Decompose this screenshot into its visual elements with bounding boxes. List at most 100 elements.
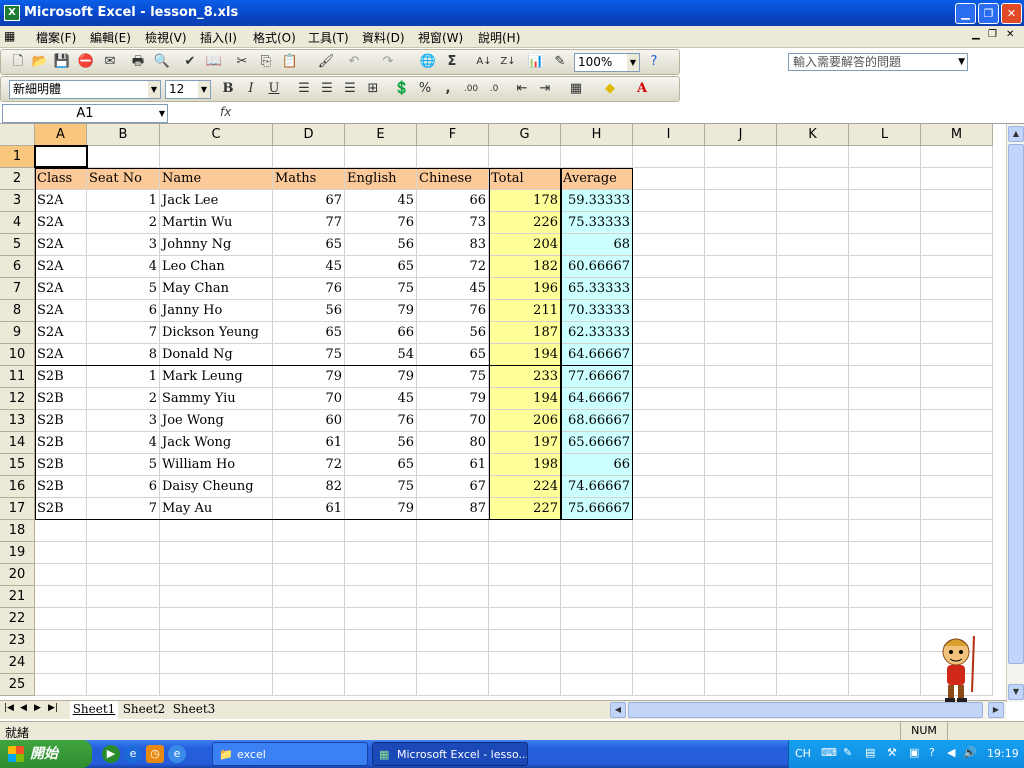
header-cell[interactable]: Seat No: [87, 168, 160, 190]
grid-cell[interactable]: [777, 542, 849, 564]
grid-cell[interactable]: [417, 520, 489, 542]
data-cell[interactable]: 70: [273, 388, 345, 410]
row-header[interactable]: 16: [0, 476, 35, 498]
data-cell[interactable]: 72: [417, 256, 489, 278]
grid-cell[interactable]: [489, 630, 561, 652]
grid-cell[interactable]: [849, 212, 921, 234]
row-header[interactable]: 24: [0, 652, 35, 674]
grid-cell[interactable]: [849, 454, 921, 476]
grid-cell[interactable]: [849, 146, 921, 168]
grid-cell[interactable]: [417, 542, 489, 564]
data-cell[interactable]: 45: [273, 256, 345, 278]
grid-cell[interactable]: [849, 652, 921, 674]
grid-cell[interactable]: [417, 674, 489, 696]
email-icon[interactable]: ✉: [101, 53, 119, 71]
new-icon[interactable]: 🗋: [9, 53, 27, 71]
menu-help[interactable]: 說明(H): [478, 29, 520, 46]
data-cell[interactable]: 56: [345, 234, 417, 256]
grid-cell[interactable]: [561, 586, 633, 608]
open-icon[interactable]: 📂: [31, 53, 49, 71]
row-header[interactable]: 10: [0, 344, 35, 366]
grid-cell[interactable]: [345, 586, 417, 608]
language-indicator[interactable]: CH: [795, 747, 811, 760]
percent-icon[interactable]: %: [416, 80, 434, 98]
grid-cell[interactable]: [633, 322, 705, 344]
data-cell[interactable]: 8: [87, 344, 160, 366]
grid-cell[interactable]: [777, 674, 849, 696]
data-cell[interactable]: 1: [87, 190, 160, 212]
data-cell[interactable]: 66: [417, 190, 489, 212]
print-icon[interactable]: 🖶: [129, 53, 147, 71]
grid-cell[interactable]: [561, 564, 633, 586]
row-header[interactable]: 3: [0, 190, 35, 212]
grid-cell[interactable]: [921, 410, 993, 432]
data-cell[interactable]: 206: [489, 410, 561, 432]
grid-cell[interactable]: [705, 322, 777, 344]
data-cell[interactable]: 3: [87, 410, 160, 432]
grid-cell[interactable]: [345, 564, 417, 586]
data-cell[interactable]: 45: [417, 278, 489, 300]
data-cell[interactable]: 56: [417, 322, 489, 344]
grid-cell[interactable]: [633, 146, 705, 168]
grid-cell[interactable]: [705, 476, 777, 498]
grid-cell[interactable]: [705, 344, 777, 366]
ie-alt-icon[interactable]: e: [168, 745, 186, 763]
grid-cell[interactable]: [345, 542, 417, 564]
tab-sheet2[interactable]: Sheet2: [120, 701, 168, 719]
grid-cell[interactable]: [921, 542, 993, 564]
grid-cell[interactable]: [777, 168, 849, 190]
data-cell[interactable]: Johnny Ng: [160, 234, 273, 256]
data-cell[interactable]: Daisy Cheung: [160, 476, 273, 498]
data-cell[interactable]: 75: [345, 476, 417, 498]
grid-cell[interactable]: [35, 674, 87, 696]
grid-cell[interactable]: [87, 146, 160, 168]
header-cell[interactable]: Average: [561, 168, 633, 190]
grid-cell[interactable]: [849, 322, 921, 344]
grid-cell[interactable]: [921, 608, 993, 630]
print-preview-icon[interactable]: 🔍: [153, 53, 171, 71]
column-header[interactable]: A: [35, 124, 87, 146]
data-cell[interactable]: Leo Chan: [160, 256, 273, 278]
data-cell[interactable]: 224: [489, 476, 561, 498]
grid-cell[interactable]: [561, 608, 633, 630]
data-cell[interactable]: 6: [87, 476, 160, 498]
prev-sheet-icon[interactable]: ◀: [20, 703, 27, 713]
tab-sheet1[interactable]: Sheet1: [70, 701, 118, 719]
grid-cell[interactable]: [633, 234, 705, 256]
data-cell[interactable]: 75.33333: [561, 212, 633, 234]
task-excel-folder[interactable]: 📁 excel: [212, 742, 368, 766]
font-size-select[interactable]: 12 ▼: [165, 80, 211, 99]
grid-cell[interactable]: [777, 234, 849, 256]
data-cell[interactable]: 77: [273, 212, 345, 234]
grid-cell[interactable]: [561, 630, 633, 652]
grid-cell[interactable]: [417, 630, 489, 652]
horizontal-scrollbar[interactable]: ◀ ▶: [610, 702, 1006, 718]
grid-cell[interactable]: [777, 388, 849, 410]
spelling-icon[interactable]: ✔: [181, 53, 199, 71]
data-cell[interactable]: 64.66667: [561, 344, 633, 366]
vertical-scroll-thumb[interactable]: [1008, 144, 1024, 664]
data-cell[interactable]: 65: [345, 256, 417, 278]
grid-cell[interactable]: [633, 300, 705, 322]
row-header[interactable]: 18: [0, 520, 35, 542]
grid-cell[interactable]: [849, 366, 921, 388]
grid-cell[interactable]: [345, 630, 417, 652]
doc-minimize-icon[interactable]: ▁: [972, 29, 980, 40]
italic-icon[interactable]: I: [242, 80, 260, 98]
grid-cell[interactable]: [561, 146, 633, 168]
grid-cell[interactable]: [777, 652, 849, 674]
menu-insert[interactable]: 插入(I): [200, 29, 237, 46]
bold-icon[interactable]: B: [219, 80, 237, 98]
grid-cell[interactable]: [849, 586, 921, 608]
grid-cell[interactable]: [921, 498, 993, 520]
grid-cell[interactable]: [35, 520, 87, 542]
data-cell[interactable]: 197: [489, 432, 561, 454]
cut-icon[interactable]: ✂: [233, 53, 251, 71]
grid-cell[interactable]: [345, 520, 417, 542]
row-header[interactable]: 1: [0, 146, 35, 168]
data-cell[interactable]: 66: [561, 454, 633, 476]
grid-cell[interactable]: [921, 322, 993, 344]
redo-icon[interactable]: ↷: [379, 53, 397, 71]
drawing-icon[interactable]: ✎: [551, 53, 569, 71]
grid-cell[interactable]: [777, 366, 849, 388]
